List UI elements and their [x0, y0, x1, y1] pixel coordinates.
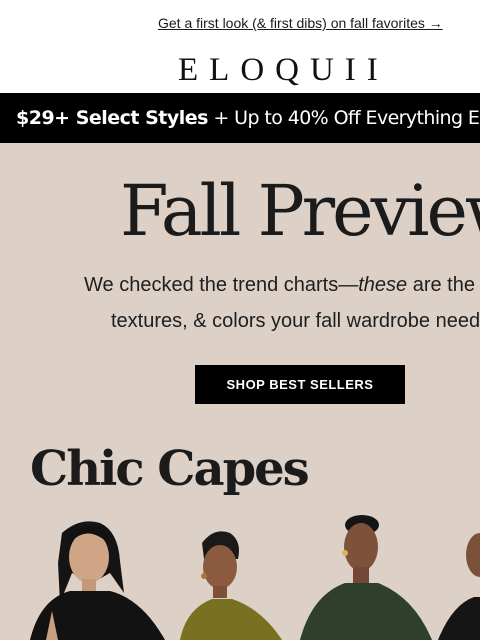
promo-banner[interactable]: $29+ Select Styles + Up to 40% Off Every… [0, 93, 480, 143]
promo-rest-text: + Up to 40% Off Everything Else* [213, 107, 480, 129]
shop-best-sellers-button[interactable]: SHOP BEST SELLERS [195, 365, 405, 404]
hero-copy-end: are the styles, [412, 274, 480, 296]
hero-title: Fall Preview [120, 170, 480, 252]
hero-section: Fall Preview We checked the trend charts… [0, 143, 480, 640]
preheader-bar: Get a first look (& first dibs) on fall … [0, 0, 480, 46]
promo-bold-text: $29+ Select Styles [16, 107, 208, 129]
section-title-chic-capes: Chic Capes [30, 441, 310, 497]
preheader-link[interactable]: Get a first look (& first dibs) on fall … [158, 15, 443, 31]
hero-copy-emphasis: these [358, 274, 408, 296]
eloquii-logo[interactable]: ELOQUII [178, 52, 389, 88]
hero-description: We checked the trend charts—these are th… [84, 267, 480, 339]
model-black-top [438, 533, 480, 640]
promo-text: $29+ Select Styles + Up to 40% Off Every… [16, 106, 480, 130]
model-black-cape [30, 521, 165, 640]
hero-copy-start: We checked the trend charts— [84, 274, 359, 296]
hero-copy-line2: textures, & colors your fall wardrobe ne… [111, 310, 480, 332]
model-green-cape [300, 515, 432, 640]
model-olive-cape [180, 531, 282, 640]
models-in-capes-photo[interactable] [0, 513, 480, 640]
